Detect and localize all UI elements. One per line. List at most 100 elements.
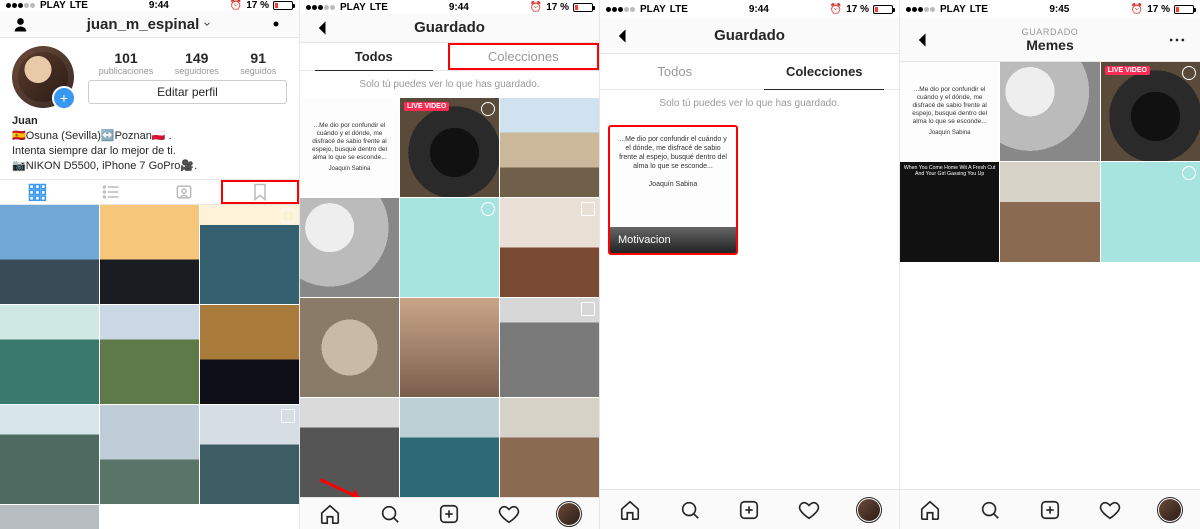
saved-thumb[interactable] (1101, 162, 1200, 261)
add-collection-button[interactable] (563, 15, 589, 41)
profile-bio: Juan 🇪🇸Osuna (Sevilla)↔️Poznan🇵🇱 . Inten… (12, 114, 287, 173)
saved-thumb[interactable]: LIVE VIDEO (1101, 62, 1200, 161)
video-icon (1182, 66, 1196, 80)
multi-icon (281, 209, 295, 223)
settings-button[interactable] (263, 11, 289, 37)
post-thumb[interactable] (200, 405, 299, 504)
saved-thumb[interactable]: ...Me dio por confundir el cuándo y el d… (900, 62, 999, 161)
nav-search[interactable] (960, 490, 1020, 529)
post-thumb[interactable] (100, 305, 199, 404)
saved-grid: ...Me dio por confundir el cuándo y el d… (300, 98, 599, 497)
page-title: Guardado (414, 19, 485, 36)
tab-list[interactable] (74, 180, 148, 204)
post-thumb[interactable] (100, 405, 199, 504)
breadcrumb: GUARDADO (936, 27, 1164, 37)
profile-header: juan_m_espinal (0, 11, 299, 38)
nav-home[interactable] (900, 490, 960, 529)
saved-thumb[interactable] (400, 198, 499, 297)
tab-saved[interactable] (221, 180, 299, 204)
post-thumb[interactable] (0, 205, 99, 304)
annotation-arrow (319, 478, 362, 497)
collection-motivacion[interactable]: ...Me dio por confundir el cuándo y el d… (608, 125, 738, 255)
bio-line: 📷NIKON D5500, iPhone 7 GoPro🎥. (12, 159, 287, 174)
saved-thumb[interactable]: ...Me dio por confundir el cuándo y el d… (300, 98, 399, 197)
collection-label: Motivacion (610, 227, 736, 253)
saved-thumb[interactable] (1000, 162, 1099, 261)
profile-stats: 101publicaciones 149seguidores 91seguido… (88, 50, 287, 104)
live-badge: LIVE VIDEO (404, 102, 449, 111)
nav-activity[interactable] (479, 498, 539, 529)
nav-activity[interactable] (1080, 490, 1140, 529)
nav-add[interactable] (720, 490, 780, 529)
bottom-nav (300, 497, 599, 529)
video-icon (481, 202, 495, 216)
nav-add[interactable] (420, 498, 480, 529)
status-bar: PLAYLTE 9:45 ⏰17 % (900, 0, 1200, 18)
back-button[interactable] (910, 27, 936, 53)
tab-colecciones[interactable]: Colecciones (750, 54, 900, 89)
tab-colecciones[interactable]: Colecciones (448, 43, 600, 71)
page-title: Memes (936, 37, 1164, 53)
stat-posts[interactable]: 101publicaciones (99, 50, 154, 76)
saved-thumb[interactable]: When You Come Home Wit A Fresh Cut And Y… (900, 162, 999, 261)
post-thumb[interactable] (200, 205, 299, 304)
saved-thumb[interactable] (500, 98, 599, 197)
post-thumb[interactable] (0, 405, 99, 504)
saved-thumb[interactable] (1000, 62, 1099, 161)
saved-tabs: Todos Colecciones (600, 54, 899, 90)
tab-grid[interactable] (0, 180, 74, 204)
nav-home[interactable] (600, 490, 660, 529)
post-thumb[interactable] (0, 305, 99, 404)
multi-icon (581, 302, 595, 316)
saved-thumb[interactable] (500, 398, 599, 497)
screen-saved-all: PLAYLTE 9:44 ⏰17 % Guardado Todos Colecc… (300, 0, 600, 529)
nav-profile[interactable] (539, 498, 599, 529)
clock-label: 9:44 (149, 0, 169, 11)
tab-todos[interactable]: Todos (300, 43, 448, 71)
meme-caption: When You Come Home Wit A Fresh Cut And Y… (904, 165, 996, 177)
tab-todos[interactable]: Todos (600, 54, 750, 89)
screen-profile: PLAYLTE 9:44 ⏰17 % juan_m_espinal 101pub… (0, 0, 300, 529)
username-dropdown[interactable]: juan_m_espinal (87, 16, 213, 33)
saved-thumb[interactable] (400, 398, 499, 497)
back-button[interactable] (310, 15, 336, 41)
post-thumb[interactable] (0, 505, 99, 529)
nav-search[interactable] (660, 490, 720, 529)
post-thumb[interactable] (100, 205, 199, 304)
back-button[interactable] (610, 23, 636, 49)
collections-area: ...Me dio por confundir el cuándo y el d… (600, 117, 899, 263)
saved-thumb[interactable] (500, 198, 599, 297)
saved-thumb[interactable] (300, 398, 399, 497)
add-collection-button[interactable] (863, 23, 889, 49)
nav-add[interactable] (1020, 490, 1080, 529)
nav-search[interactable] (360, 498, 420, 529)
battery-icon (273, 1, 293, 10)
saved-thumb[interactable] (400, 298, 499, 397)
privacy-note: Solo tú puedes ver lo que has guardado. (300, 71, 599, 98)
bio-name: Juan (12, 114, 287, 129)
live-badge: LIVE VIDEO (1105, 66, 1150, 75)
add-friend-button[interactable] (10, 11, 36, 37)
tab-tagged[interactable] (148, 180, 222, 204)
stat-following[interactable]: 91seguidos (240, 50, 276, 76)
nav-activity[interactable] (779, 490, 839, 529)
status-bar: PLAYLTE 9:44 ⏰17 % (0, 0, 299, 11)
saved-header: Guardado (300, 14, 599, 43)
edit-profile-button[interactable]: Editar perfil (88, 80, 287, 104)
stat-followers[interactable]: 149seguidores (175, 50, 219, 76)
saved-thumb[interactable] (300, 298, 399, 397)
chevron-down-icon (202, 19, 212, 29)
avatar[interactable] (12, 46, 74, 108)
more-button[interactable] (1164, 27, 1190, 53)
post-thumb[interactable] (200, 305, 299, 404)
nav-home[interactable] (300, 498, 360, 529)
saved-thumb[interactable] (300, 198, 399, 297)
carrier-label: PLAY (40, 0, 66, 11)
nav-profile[interactable] (839, 490, 899, 529)
battery-pct: 17 % (246, 0, 269, 11)
video-icon (1182, 166, 1196, 180)
signal-dots (6, 0, 36, 11)
saved-thumb[interactable]: LIVE VIDEO (400, 98, 499, 197)
nav-profile[interactable] (1140, 490, 1200, 529)
saved-thumb[interactable] (500, 298, 599, 397)
